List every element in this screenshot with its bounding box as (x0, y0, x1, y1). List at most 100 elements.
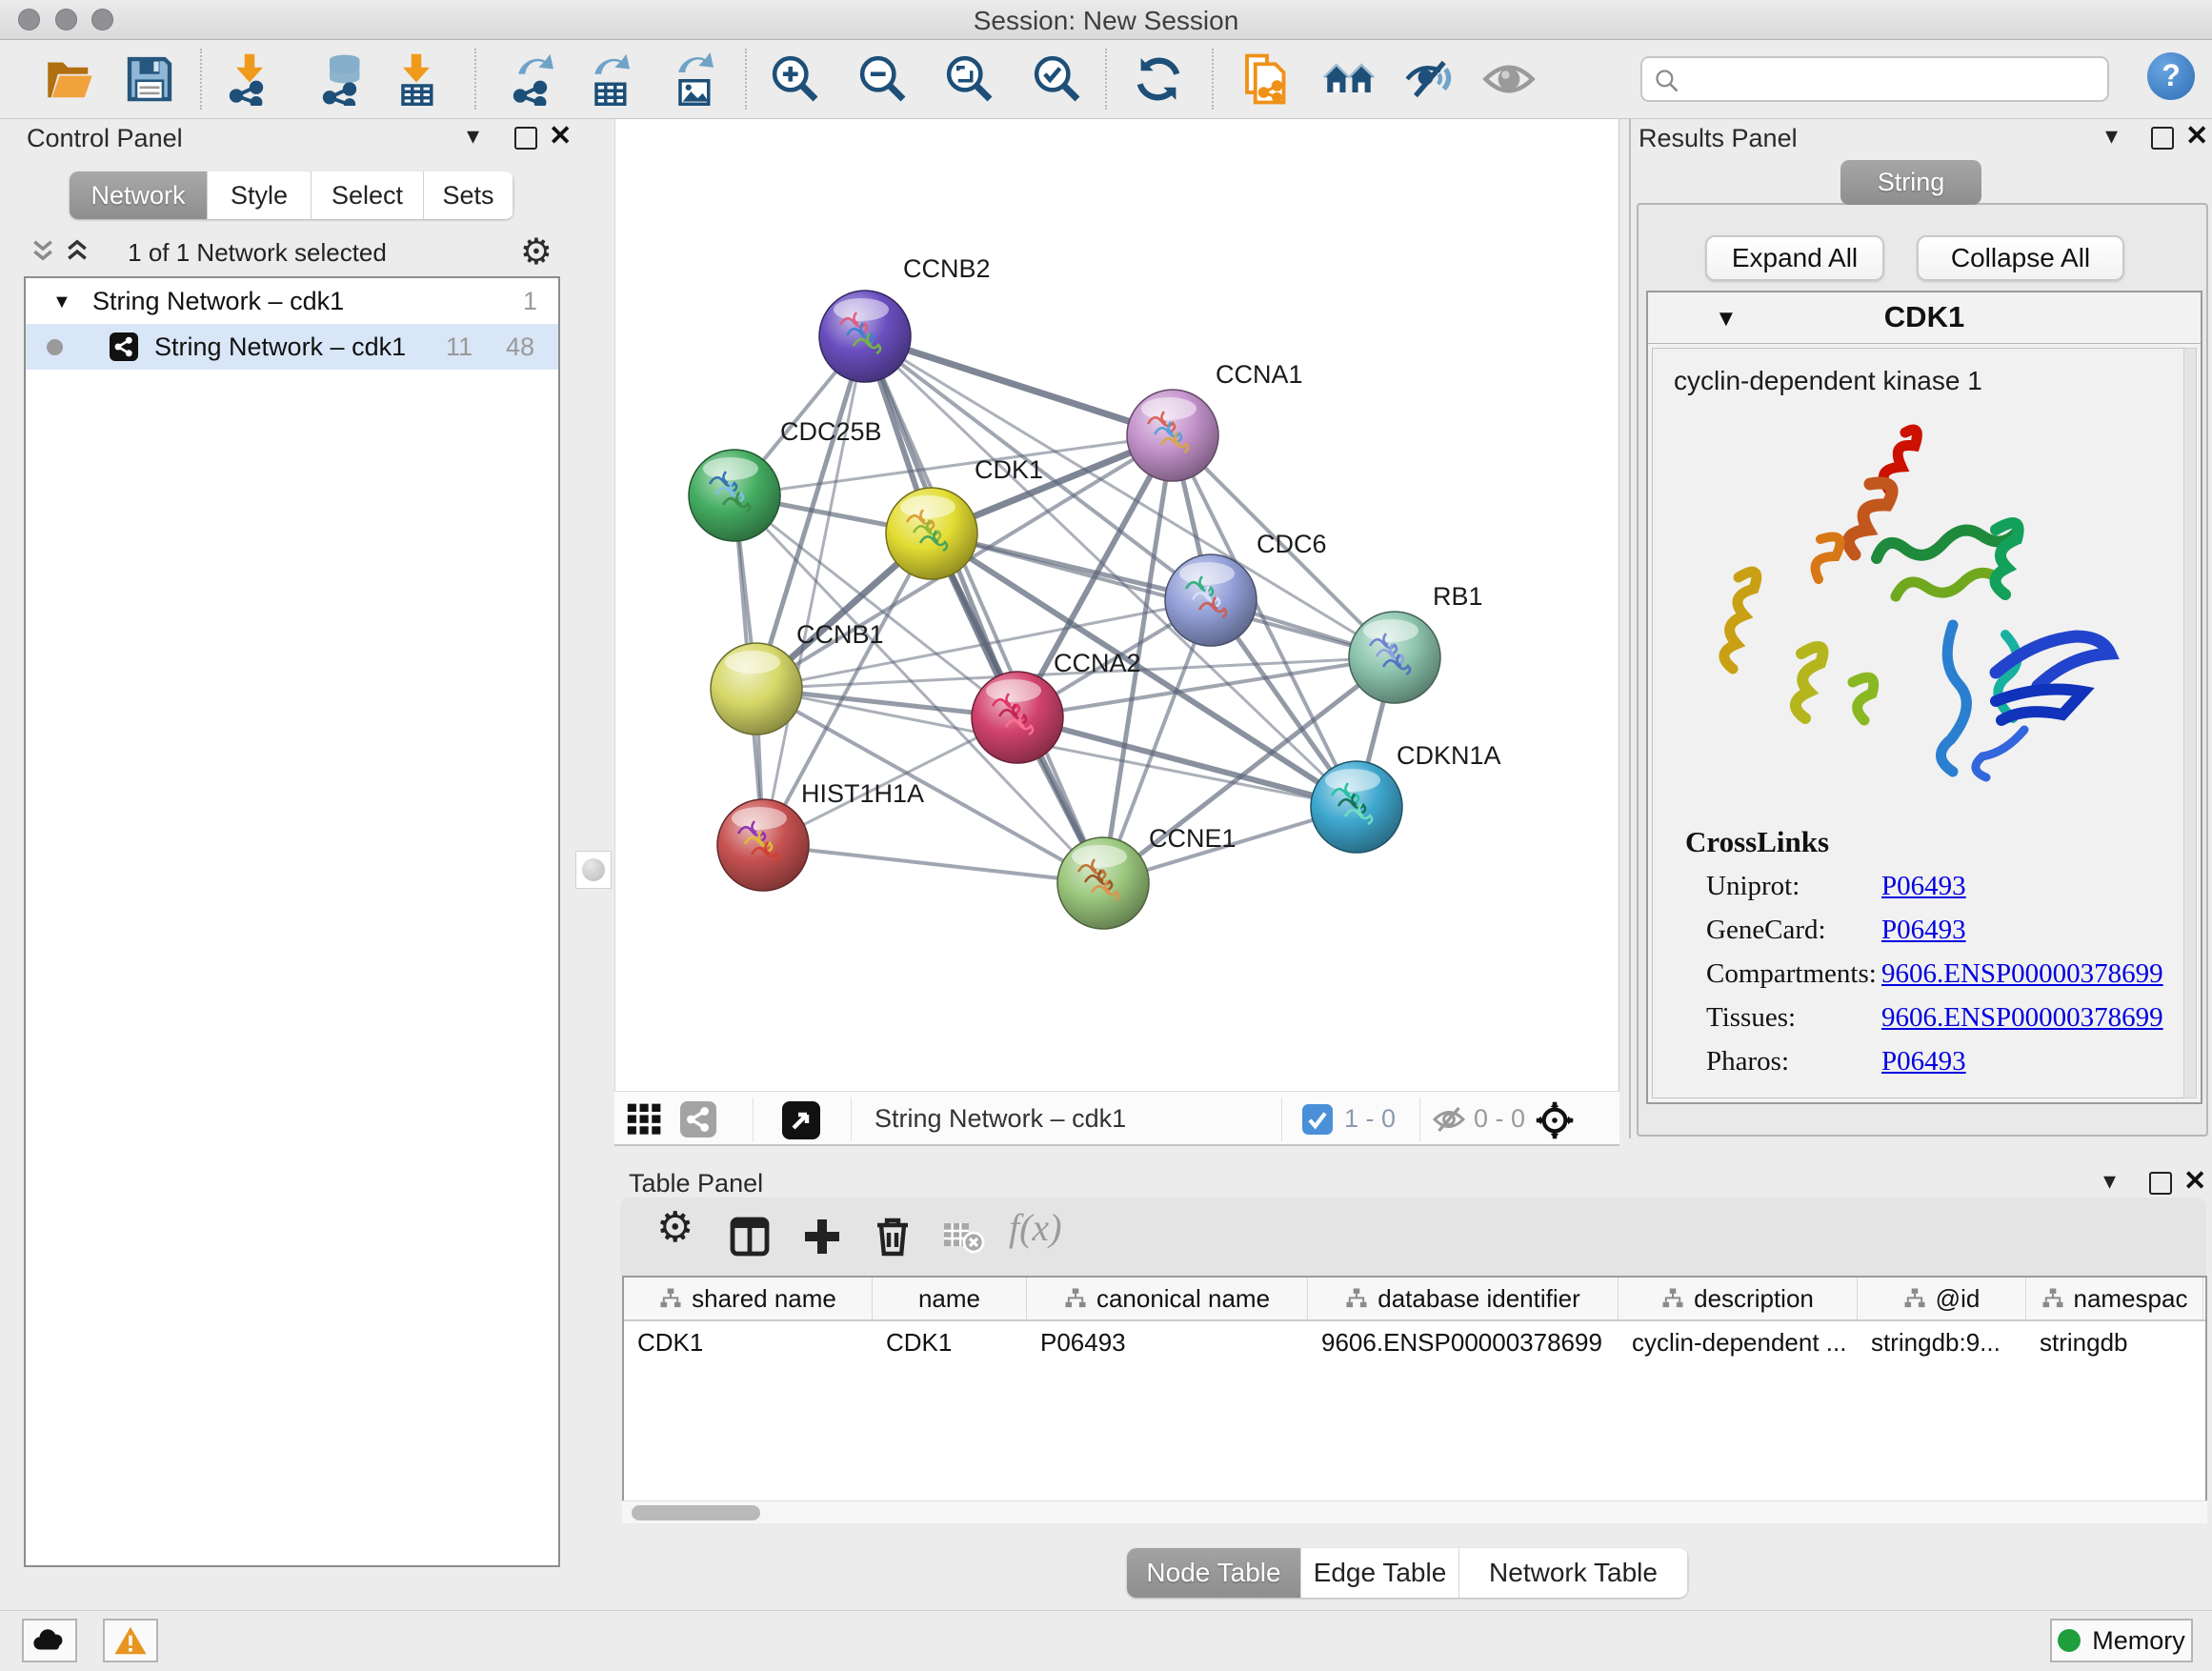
show-columns-icon[interactable] (727, 1214, 773, 1259)
table-hscroll-thumb[interactable] (632, 1505, 760, 1520)
column-header-database-identifier[interactable]: database identifier (1308, 1278, 1619, 1319)
crosslink-link[interactable]: P06493 (1881, 915, 1966, 946)
tab-node-table[interactable]: Node Table (1127, 1548, 1301, 1598)
delete-table-icon (940, 1214, 986, 1259)
toolbar-separator (745, 49, 747, 110)
network-row[interactable]: String Network – cdk1 11 48 (26, 324, 558, 370)
node-label-CCNA1: CCNA1 (1216, 360, 1303, 389)
export-image-button[interactable] (667, 52, 720, 106)
zoom-out-icon (856, 52, 910, 106)
collapse-all-button[interactable]: Collapse All (1917, 235, 2124, 281)
expand-all-button[interactable]: Expand All (1705, 235, 1884, 281)
zoom-selected-button[interactable] (1031, 52, 1084, 106)
crosslink-link[interactable]: 9606.ENSP00000378699 (1881, 958, 2163, 990)
float-panel-icon[interactable] (2151, 127, 2174, 150)
node-label-CDC6: CDC6 (1257, 530, 1327, 558)
float-panel-icon[interactable] (2149, 1172, 2172, 1195)
table-cell: cyclin-dependent ... (1619, 1321, 1858, 1363)
hide-panels-button[interactable] (1402, 52, 1456, 106)
memory-status-dot (2058, 1629, 2081, 1652)
tab-string[interactable]: String (1840, 160, 1981, 205)
crosshair-icon[interactable] (1535, 1100, 1575, 1140)
close-panel-icon[interactable]: ✕ (549, 119, 572, 152)
network-label: String Network – cdk1 (154, 332, 406, 362)
column-header-namespac[interactable]: namespac (2026, 1278, 2203, 1319)
crosslink-link[interactable]: 9606.ENSP00000378699 (1881, 1002, 2163, 1034)
show-panels-button[interactable] (1482, 52, 1536, 106)
selected-checkbox-icon[interactable] (1302, 1104, 1333, 1135)
table-cell: CDK1 (873, 1321, 1027, 1363)
close-panel-icon[interactable]: ✕ (2185, 119, 2208, 152)
panel-menu-caret-icon[interactable]: ▾ (2103, 1166, 2116, 1196)
birdseye-view-icon[interactable] (782, 1101, 820, 1139)
crosslink-link[interactable]: P06493 (1881, 1046, 1966, 1077)
panel-menu-caret-icon[interactable]: ▾ (2105, 121, 2118, 151)
crosslink-link[interactable]: P06493 (1881, 871, 1966, 902)
tab-select[interactable]: Select (312, 171, 424, 219)
zoom-out-button[interactable] (856, 52, 910, 106)
table-body: CDK1CDK1P064939606.ENSP00000378699cyclin… (624, 1321, 2205, 1363)
import-network-from-database-button[interactable] (316, 52, 370, 106)
refresh-icon (1132, 52, 1185, 106)
network-options-gear-icon[interactable]: ⚙ (520, 231, 553, 273)
crosslink-label: Tissues: (1706, 1002, 1796, 1034)
tab-network-table[interactable]: Network Table (1459, 1548, 1688, 1598)
create-column-plus-icon[interactable] (799, 1214, 845, 1259)
results-panel-title: Results Panel (1639, 124, 1798, 153)
tab-style[interactable]: Style (208, 171, 312, 219)
grid-view-icon[interactable] (626, 1101, 664, 1137)
network-canvas[interactable]: CCNB2CCNA1CDC25BCDK1CDC6RB1CCNB1CCNA2CDK… (614, 119, 1619, 1091)
tab-network[interactable]: Network (70, 171, 208, 219)
column-header-description[interactable]: description (1619, 1278, 1858, 1319)
open-in-browser-button[interactable] (1240, 52, 1294, 106)
table-panel: Table Panel ▾ ✕ ⚙ f(x) shared namenameca… (614, 1148, 2212, 1610)
column-header-shared-name[interactable]: shared name (624, 1278, 873, 1319)
node-label-CDC25B: CDC25B (780, 417, 882, 446)
export-network-button[interactable] (507, 52, 560, 106)
tab-edge-table[interactable]: Edge Table (1301, 1548, 1459, 1598)
help-button[interactable]: ? (2147, 52, 2195, 100)
import-network-button[interactable] (223, 52, 276, 106)
table-options-gear-icon[interactable]: ⚙ (656, 1203, 694, 1252)
save-session-button[interactable] (123, 52, 176, 106)
zoom-in-button[interactable] (769, 52, 822, 106)
left-splitter-handle[interactable] (575, 851, 612, 889)
panel-menu-caret-icon[interactable]: ▾ (467, 121, 479, 151)
import-table-icon (390, 52, 443, 106)
float-panel-icon[interactable] (514, 127, 537, 150)
delete-column-trash-icon[interactable] (870, 1214, 915, 1259)
cloud-icon (31, 1626, 68, 1655)
save-icon (123, 52, 176, 106)
home-view-button[interactable] (1322, 52, 1376, 106)
cloud-status-button[interactable] (22, 1619, 77, 1662)
warning-status-button[interactable] (103, 1619, 158, 1662)
control-panel-tabs: Network Style Select Sets (70, 171, 513, 219)
export-table-icon (583, 52, 636, 106)
table-cell: P06493 (1027, 1321, 1308, 1363)
memory-button[interactable]: Memory (2050, 1619, 2193, 1662)
column-header-canonical-name[interactable]: canonical name (1027, 1278, 1308, 1319)
column-header-name[interactable]: name (873, 1278, 1027, 1319)
network-view-share-icon[interactable] (680, 1101, 716, 1137)
gene-section-header[interactable]: ▼ CDK1 (1648, 292, 2201, 344)
toolbar-separator (1212, 49, 1214, 110)
network-collection-row[interactable]: ▼ String Network – cdk1 1 (26, 278, 558, 324)
close-panel-icon[interactable]: ✕ (2183, 1164, 2206, 1198)
crosslink-label: Compartments: (1706, 958, 1877, 990)
import-table-button[interactable] (390, 52, 443, 106)
zoom-fit-button[interactable] (943, 52, 996, 106)
open-session-button[interactable] (43, 52, 96, 106)
shared-column-icon (1345, 1287, 1368, 1310)
node-table: shared namenamecanonical namedatabase id… (622, 1276, 2207, 1523)
string-network-graph: CCNB2CCNA1CDC25BCDK1CDC6RB1CCNB1CCNA2CDK… (615, 119, 1620, 1091)
column-header--id[interactable]: @id (1858, 1278, 2026, 1319)
control-panel-title: Control Panel (27, 124, 183, 153)
export-table-button[interactable] (583, 52, 636, 106)
search-input[interactable] (1688, 60, 2098, 98)
table-row[interactable]: CDK1CDK1P064939606.ENSP00000378699cyclin… (624, 1321, 2205, 1363)
refresh-button[interactable] (1132, 52, 1185, 106)
collection-caret-icon[interactable]: ▼ (52, 292, 71, 313)
tab-sets[interactable]: Sets (424, 171, 513, 219)
results-scrollbar[interactable] (2183, 348, 2197, 1098)
table-cell: stringdb:9... (1858, 1321, 2026, 1363)
